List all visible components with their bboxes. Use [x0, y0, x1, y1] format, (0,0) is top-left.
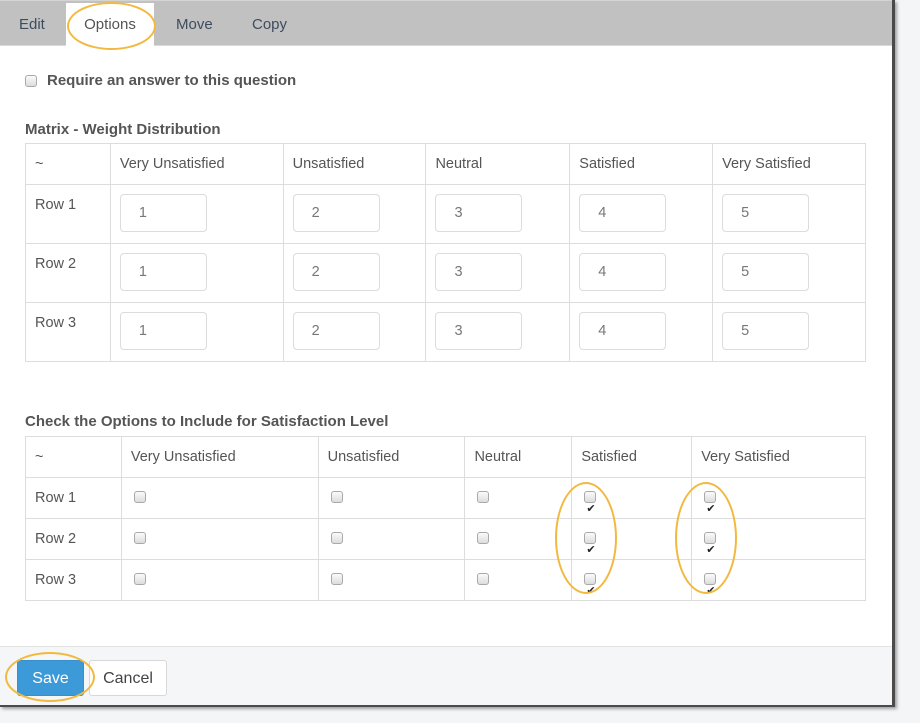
header-neutral: Neutral [464, 436, 573, 478]
row-label: Row 2 [25, 243, 111, 303]
weight-input[interactable] [435, 194, 523, 232]
header-very-unsatisfied: Very Unsatisfied [120, 436, 319, 478]
header-very-satisfied: Very Satisfied [691, 436, 866, 478]
table-row: Row 3 [25, 302, 866, 362]
table-row: Row 1 [25, 184, 866, 244]
include-checkbox[interactable] [330, 531, 343, 544]
include-options-title: Check the Options to Include for Satisfa… [25, 413, 389, 430]
weight-input[interactable] [722, 312, 810, 350]
row-label: Row 1 [25, 184, 111, 244]
include-checkbox[interactable] [584, 489, 597, 529]
weight-input[interactable] [722, 253, 810, 291]
weight-input[interactable] [579, 253, 667, 291]
table-row: Row 1 [25, 477, 866, 529]
weight-input[interactable] [292, 194, 380, 232]
weight-input[interactable] [579, 312, 667, 350]
tab-move[interactable]: Move [176, 3, 213, 47]
row-label: Row 2 [25, 518, 122, 560]
weight-input[interactable] [292, 312, 380, 350]
tab-bar: Edit Options Move Copy [0, 0, 892, 47]
header-neutral: Neutral [425, 143, 571, 185]
row-label: Row 3 [25, 559, 122, 601]
header-unsatisfied: Unsatisfied [317, 436, 466, 478]
include-checkbox[interactable] [704, 530, 717, 570]
tab-options[interactable]: Options [66, 3, 154, 47]
row-label: Row 3 [25, 302, 111, 362]
save-button[interactable]: Save [17, 660, 84, 696]
header-very-satisfied: Very Satisfied [712, 143, 866, 185]
cancel-button[interactable]: Cancel [89, 660, 167, 696]
header-very-unsatisfied: Very Unsatisfied [109, 143, 284, 185]
include-checkbox[interactable] [477, 490, 490, 503]
require-answer-option[interactable]: Require an answer to this question [25, 72, 296, 89]
include-checkbox[interactable] [133, 490, 146, 503]
tab-edit[interactable]: Edit [19, 3, 45, 47]
table-row: Row 2 [25, 518, 866, 570]
weight-input[interactable] [119, 194, 207, 232]
include-checkbox[interactable] [330, 572, 343, 585]
header-corner: ~ [25, 436, 122, 478]
weight-input[interactable] [579, 194, 667, 232]
table-row: Row 2 [25, 243, 866, 303]
weight-matrix-title: Matrix - Weight Distribution [25, 121, 221, 138]
include-header-row: ~ Very Unsatisfied Unsatisfied Neutral S… [25, 436, 866, 478]
include-checkbox[interactable] [704, 489, 717, 529]
table-row: Row 3 [25, 559, 866, 611]
header-satisfied: Satisfied [571, 436, 693, 478]
tab-copy[interactable]: Copy [252, 3, 287, 47]
weight-input[interactable] [119, 312, 207, 350]
question-editor-panel: Edit Options Move Copy Require an answer… [0, 0, 895, 707]
include-checkbox[interactable] [704, 571, 717, 611]
include-checkbox[interactable] [133, 531, 146, 544]
include-checkbox[interactable] [477, 531, 490, 544]
footer-bar: Save Cancel [0, 646, 892, 705]
header-corner: ~ [25, 143, 111, 185]
weight-input[interactable] [292, 253, 380, 291]
header-satisfied: Satisfied [569, 143, 714, 185]
weight-matrix-table: ~ Very Unsatisfied Unsatisfied Neutral S… [25, 143, 866, 362]
require-answer-checkbox[interactable] [25, 74, 37, 87]
include-checkbox[interactable] [584, 571, 597, 611]
include-checkbox[interactable] [477, 572, 490, 585]
include-checkbox[interactable] [584, 530, 597, 570]
header-unsatisfied: Unsatisfied [282, 143, 427, 185]
include-options-table: ~ Very Unsatisfied Unsatisfied Neutral S… [25, 436, 866, 611]
weight-input[interactable] [119, 253, 207, 291]
include-checkbox[interactable] [330, 490, 343, 503]
weight-header-row: ~ Very Unsatisfied Unsatisfied Neutral S… [25, 143, 866, 185]
row-label: Row 1 [25, 477, 122, 519]
include-checkbox[interactable] [133, 572, 146, 585]
weight-input[interactable] [722, 194, 810, 232]
weight-input[interactable] [435, 312, 523, 350]
require-answer-label: Require an answer to this question [47, 72, 297, 89]
weight-input[interactable] [435, 253, 523, 291]
